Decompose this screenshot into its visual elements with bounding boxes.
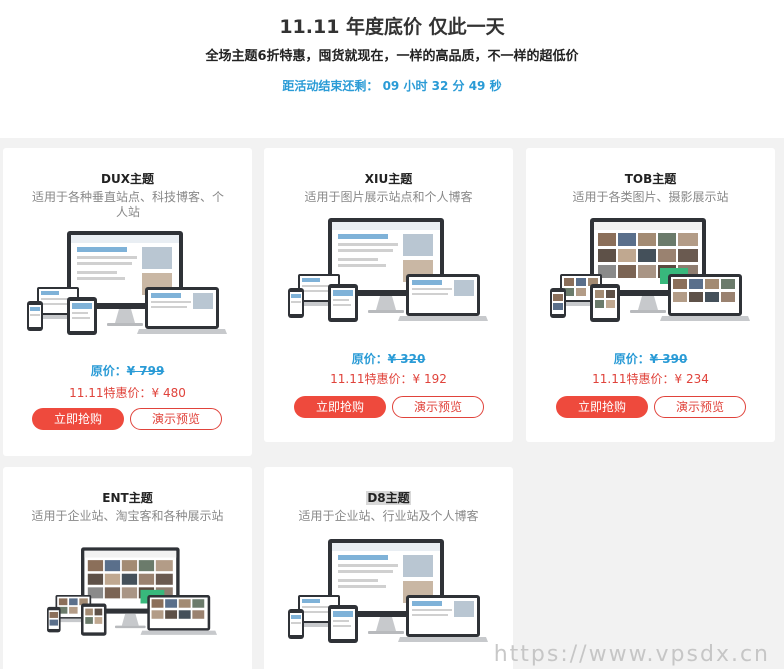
sale-price: 11.11特惠价：¥ 480 [69,386,186,400]
device-mockup-image [27,231,227,335]
buy-now-button[interactable]: 立即抢购 [556,396,648,418]
theme-name: TOB主题 [624,172,677,186]
original-price-value: ¥ 799 [126,364,165,378]
demo-preview-button[interactable]: 演示预览 [392,396,484,418]
theme-name: DUX主题 [101,172,154,186]
buy-now-button[interactable]: 立即抢购 [32,408,124,430]
theme-description: 适用于企业站、行业站及个人博客 [298,509,479,523]
theme-description: 适用于企业站、淘宝客和各种展示站 [31,509,224,523]
device-mockup-image [288,218,488,322]
theme-card-dux: DUX主题 适用于各种垂直站点、科技博客、个人站 原价：¥ 799 11.11特… [3,148,252,456]
theme-description: 适用于图片展示站点和个人博客 [304,190,473,204]
promo-title: 11.11 年度底价 仅此一天 [279,16,505,38]
theme-name: ENT主题 [102,491,153,505]
demo-preview-button[interactable]: 演示预览 [654,396,746,418]
original-price-value: ¥ 320 [387,352,426,366]
demo-preview-button[interactable]: 演示预览 [130,408,222,430]
device-mockup-image [47,547,217,636]
original-price-label: 原价： [90,364,127,378]
theme-name: D8主题 [264,489,513,506]
original-price: 原价：¥ 799 [3,362,252,379]
sale-price: 11.11特惠价：¥ 234 [592,372,709,386]
original-price-label: 原价： [351,352,388,366]
theme-card-d8: D8主题 适用于企业站、行业站及个人博客 [264,467,513,669]
buy-now-button[interactable]: 立即抢购 [294,396,386,418]
original-price-label: 原价： [613,352,650,366]
sale-price: 11.11特惠价：¥ 192 [330,372,447,386]
theme-name: XIU主题 [364,172,413,186]
theme-name-text: D8主题 [366,491,411,505]
original-price: 原价：¥ 390 [526,350,775,367]
promo-subtitle: 全场主题6折特惠，囤货就现在，一样的高品质，不一样的超低价 [205,49,579,64]
theme-card-tob: TOB主题 适用于各类图片、摄影展示站 原价：¥ 390 11.11特惠价：¥ … [526,148,775,442]
theme-card-xiu: XIU主题 适用于图片展示站点和个人博客 原价：¥ 320 11.11特惠价：¥… [264,148,513,442]
original-price: 原价：¥ 320 [264,350,513,367]
device-mockup-image [550,218,750,322]
theme-description: 适用于各类图片、摄影展示站 [572,190,729,204]
countdown-timer: 距活动结束还剩： 09 小时 32 分 49 秒 [282,79,502,93]
watermark-url: https://www.vpsdx.cn [493,642,770,667]
promo-header: 11.11 年度底价 仅此一天 全场主题6折特惠，囤货就现在，一样的高品质，不一… [0,0,784,138]
theme-card-ent: ENT主题 适用于企业站、淘宝客和各种展示站 [3,467,252,669]
theme-description: 适用于各种垂直站点、科技博客、个人站 [31,190,224,219]
device-mockup-image [288,539,488,643]
original-price-value: ¥ 390 [649,352,688,366]
